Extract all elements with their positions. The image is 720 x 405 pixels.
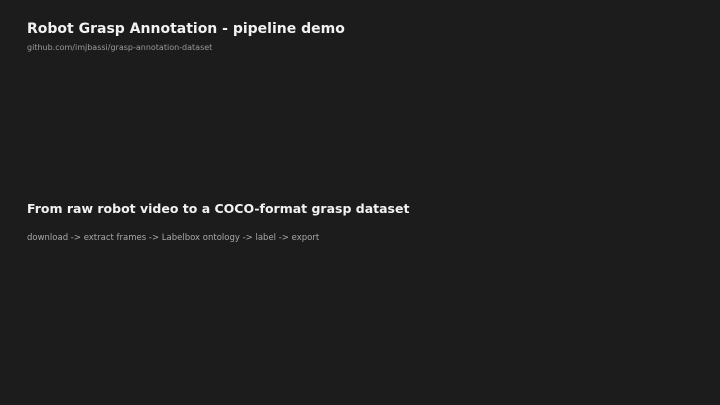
slide-canvas: Robot Grasp Annotation - pipeline demo g… (0, 0, 720, 405)
section-heading: From raw robot video to a COCO-format gr… (27, 201, 410, 216)
repo-link[interactable]: github.com/imjbassi/grasp-annotation-dat… (27, 42, 212, 54)
pipeline-steps: download -> extract frames -> Labelbox o… (27, 233, 320, 243)
slide-title: Robot Grasp Annotation - pipeline demo (27, 21, 345, 37)
